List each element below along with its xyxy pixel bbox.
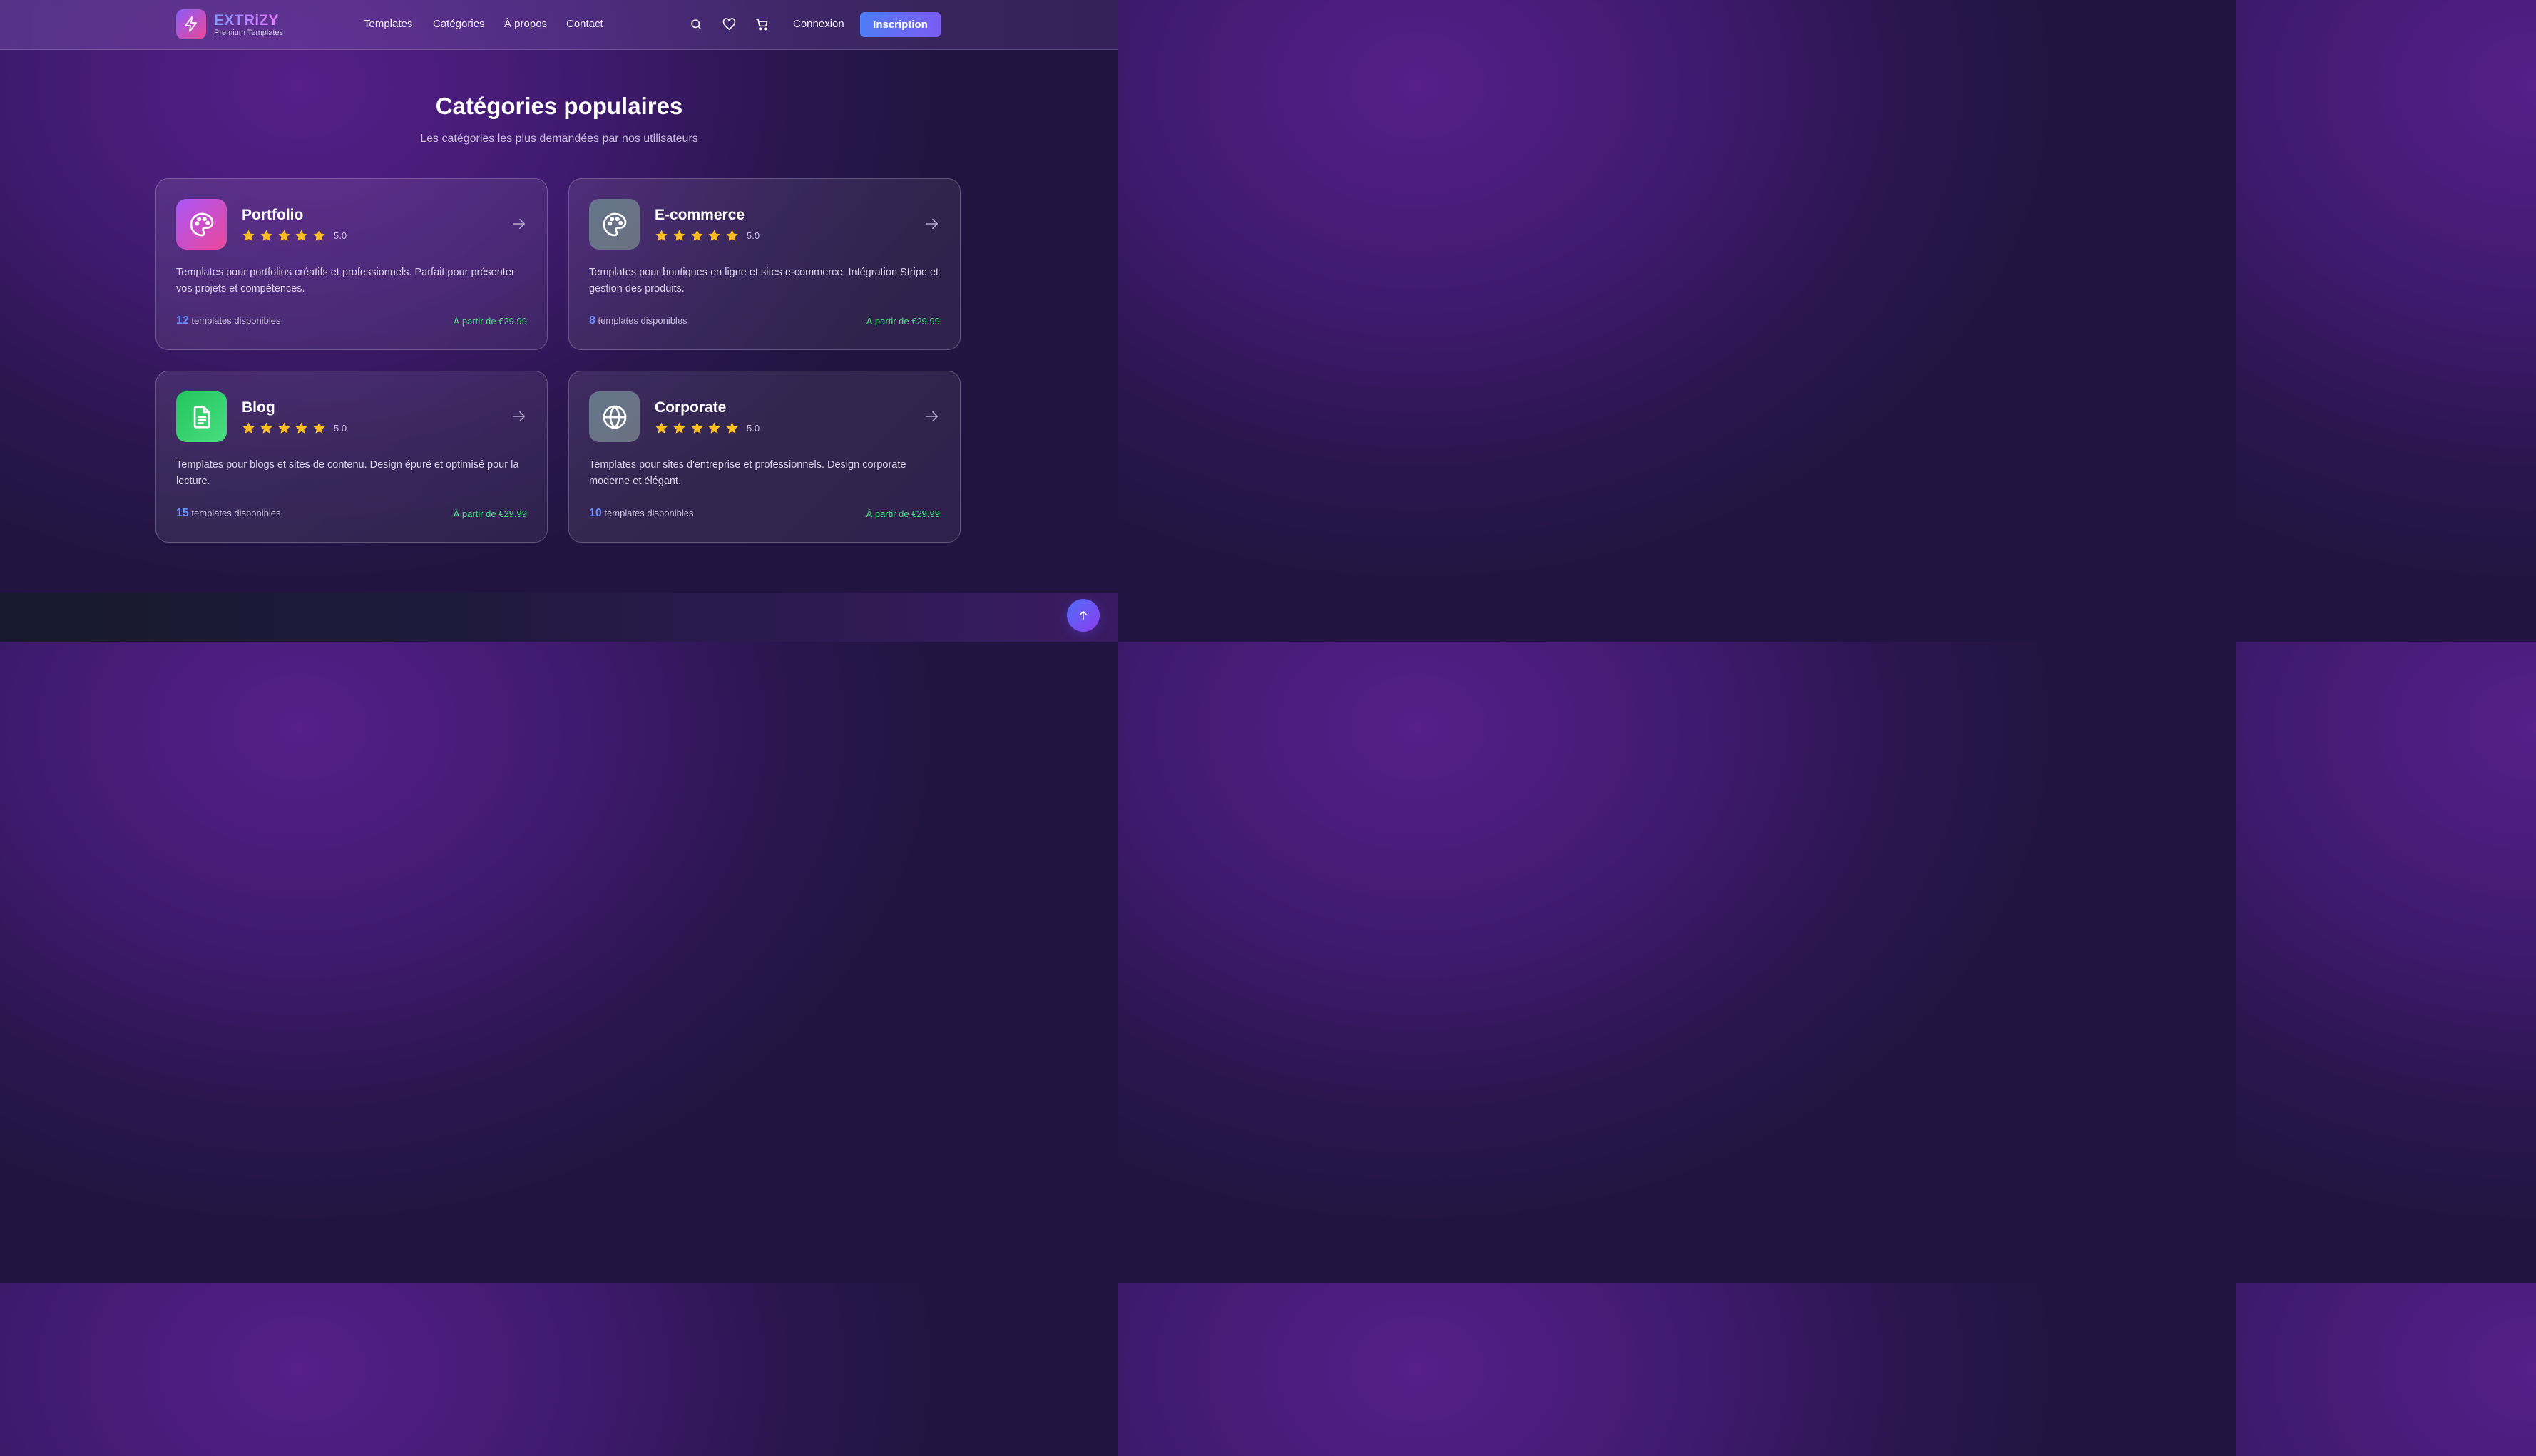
nav-templates[interactable]: Templates <box>364 18 412 30</box>
star-icon <box>260 422 272 434</box>
nav-categories[interactable]: Catégories <box>433 18 485 30</box>
search-icon[interactable] <box>689 17 703 31</box>
template-count: 10 templates disponibles <box>589 507 693 520</box>
card-title: E-commerce <box>655 207 745 223</box>
cart-icon[interactable] <box>755 17 769 31</box>
category-card-blog[interactable]: Blog 5.0 Templates pour blogs et sites d… <box>155 371 548 543</box>
section-subtitle: Les catégories les plus demandées par no… <box>420 133 698 145</box>
template-count-number: 10 <box>589 507 602 519</box>
price-label: À partir de €29.99 <box>453 316 527 327</box>
category-card-portfolio[interactable]: Portfolio 5.0 Templates pour portfolios … <box>155 178 548 350</box>
template-count-number: 8 <box>589 314 595 327</box>
star-icon <box>242 230 255 241</box>
brand-tagline: Premium Templates <box>214 29 283 37</box>
template-count-label: templates disponibles <box>191 508 281 518</box>
price-label: À partir de €29.99 <box>866 316 940 327</box>
star-icon <box>708 230 720 241</box>
rating-value: 5.0 <box>333 423 347 434</box>
brand-name: EXTRiZY <box>214 12 283 29</box>
template-count-number: 15 <box>176 507 189 519</box>
rating-value: 5.0 <box>746 423 760 434</box>
card-title: Portfolio <box>242 207 304 223</box>
star-icon <box>673 230 685 241</box>
arrow-right-icon[interactable] <box>511 217 527 230</box>
star-icon <box>673 422 685 434</box>
star-rating: 5.0 <box>242 229 347 242</box>
nav-contact[interactable]: Contact <box>566 18 603 30</box>
section-title: Catégories populaires <box>435 93 683 119</box>
category-card-corporate[interactable]: Corporate 5.0 Templates pour sites d'ent… <box>568 371 961 543</box>
star-rating: 5.0 <box>655 421 760 435</box>
star-icon <box>726 422 738 434</box>
card-description: Templates pour portfolios créatifs et pr… <box>176 267 515 294</box>
palette-icon <box>589 199 640 250</box>
star-icon <box>655 230 668 241</box>
heart-icon[interactable] <box>722 17 736 31</box>
scroll-to-top-button[interactable] <box>1067 599 1100 632</box>
template-count: 15 templates disponibles <box>176 507 280 520</box>
arrow-right-icon[interactable] <box>511 410 527 423</box>
card-description: Templates pour boutiques en ligne et sit… <box>589 267 939 294</box>
globe-icon <box>589 391 640 442</box>
login-link[interactable]: Connexion <box>793 18 844 30</box>
signup-button[interactable]: Inscription <box>860 12 941 37</box>
star-icon <box>726 230 738 241</box>
template-count-label: templates disponibles <box>191 315 281 326</box>
card-description: Templates pour sites d'entreprise et pro… <box>589 459 906 487</box>
document-icon <box>176 391 227 442</box>
logo[interactable] <box>176 9 206 39</box>
template-count: 12 templates disponibles <box>176 314 280 327</box>
star-icon <box>242 422 255 434</box>
price-label: À partir de €29.99 <box>866 508 940 519</box>
template-count-label: templates disponibles <box>598 315 687 326</box>
arrow-right-icon[interactable] <box>924 410 940 423</box>
brand[interactable]: EXTRiZY Premium Templates <box>214 12 283 37</box>
arrow-up-icon <box>1079 610 1088 620</box>
star-icon <box>691 230 703 241</box>
star-icon <box>278 230 290 241</box>
star-icon <box>313 422 325 434</box>
star-rating: 5.0 <box>242 421 347 435</box>
price-label: À partir de €29.99 <box>453 508 527 519</box>
template-count-label: templates disponibles <box>604 508 694 518</box>
card-title: Blog <box>242 399 275 416</box>
rating-value: 5.0 <box>746 230 760 241</box>
palette-icon <box>176 199 227 250</box>
star-icon <box>655 422 668 434</box>
category-card-ecommerce[interactable]: E-commerce 5.0 Templates pour boutiques … <box>568 178 961 350</box>
star-icon <box>708 422 720 434</box>
site-header: EXTRiZY Premium Templates Templates Caté… <box>0 0 1118 50</box>
footer <box>0 593 1118 642</box>
star-icon <box>260 230 272 241</box>
rating-value: 5.0 <box>333 230 347 241</box>
template-count: 8 templates disponibles <box>589 314 687 327</box>
card-description: Templates pour blogs et sites de contenu… <box>176 459 519 487</box>
star-icon <box>313 230 325 241</box>
lightning-icon <box>185 16 197 32</box>
star-icon <box>295 230 307 241</box>
star-icon <box>691 422 703 434</box>
star-icon <box>278 422 290 434</box>
star-icon <box>295 422 307 434</box>
nav-about[interactable]: À propos <box>504 18 547 30</box>
star-rating: 5.0 <box>655 229 760 242</box>
card-title: Corporate <box>655 399 727 416</box>
template-count-number: 12 <box>176 314 189 327</box>
arrow-right-icon[interactable] <box>924 217 940 230</box>
